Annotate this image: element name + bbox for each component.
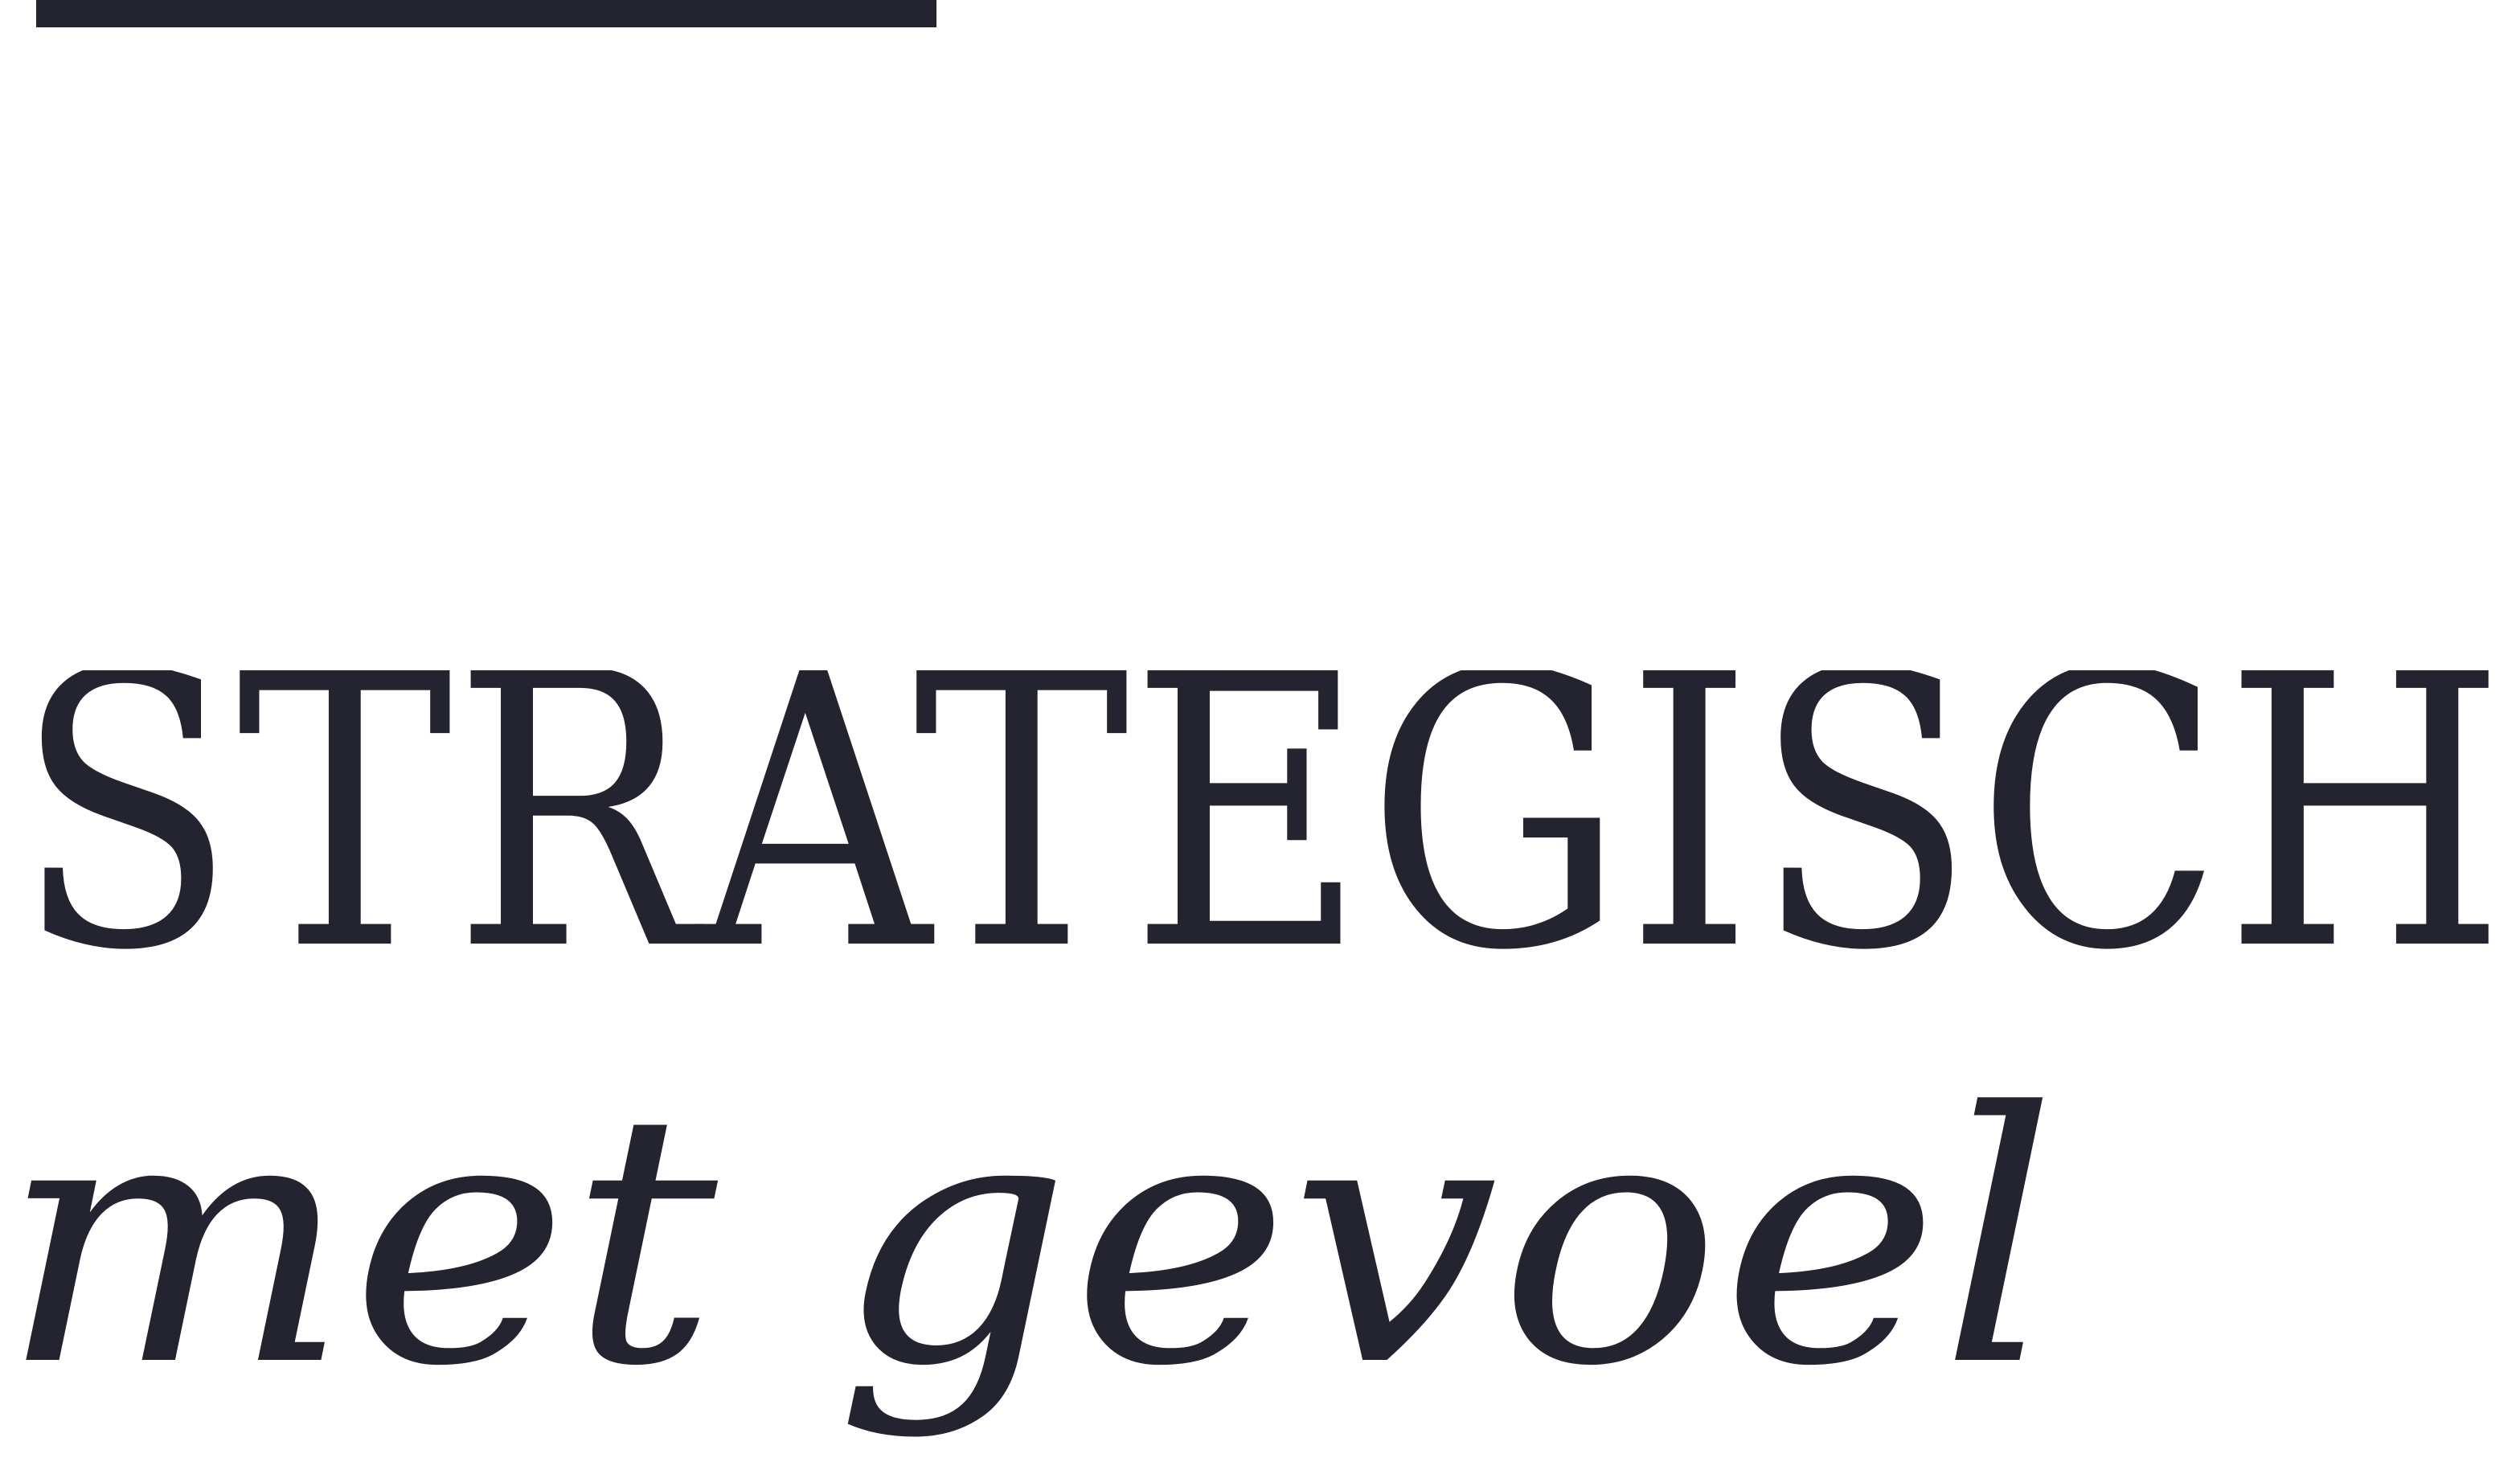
logo-canvas: STRATEGISCH met gevoel <box>0 0 2520 1470</box>
logo-headline: STRATEGISCH <box>0 670 2520 960</box>
headline-text: STRATEGISCH <box>14 670 2506 960</box>
top-rule-bar <box>36 0 936 27</box>
tagline-text: met gevoel <box>0 1061 2058 1442</box>
tagline-svg: met gevoel <box>0 1061 2058 1442</box>
headline-svg: STRATEGISCH <box>14 670 2506 960</box>
logo-tagline: met gevoel <box>0 1061 2520 1470</box>
